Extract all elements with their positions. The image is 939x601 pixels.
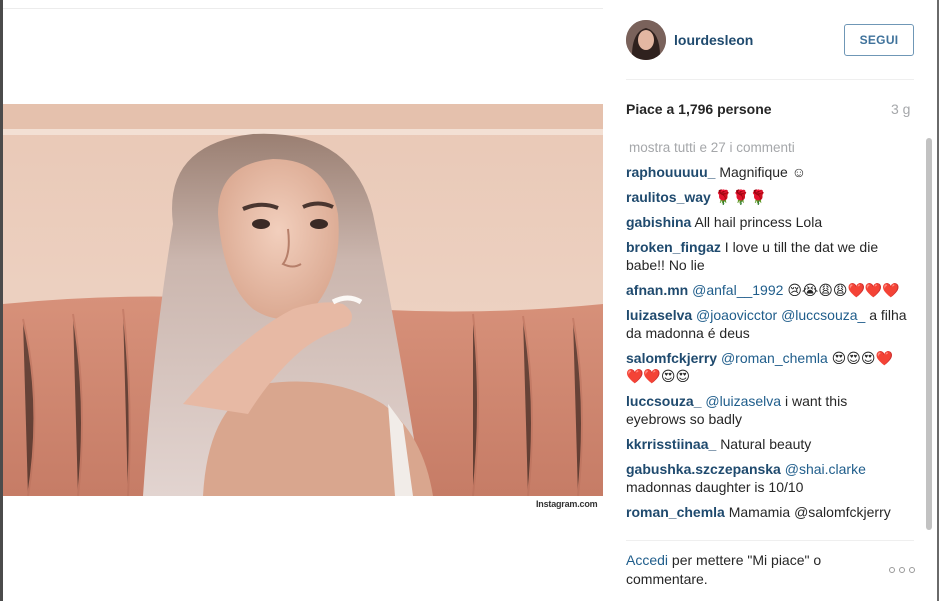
avatar[interactable] bbox=[626, 20, 666, 60]
login-prompt: Accedi per mettere "Mi piace" o commenta… bbox=[626, 551, 866, 589]
top-divider bbox=[3, 8, 603, 9]
post-timestamp[interactable]: 3 g bbox=[891, 101, 910, 117]
comment: raphouuuuu_ Magnifique ☺ bbox=[626, 163, 908, 181]
likes-count[interactable]: Piace a 1,796 persone bbox=[626, 101, 772, 117]
comment-mention[interactable]: @shai.clarke bbox=[785, 461, 866, 477]
comment-user[interactable]: broken_fingaz bbox=[626, 239, 721, 255]
comment: gabushka.szczepanska @shai.clarke madonn… bbox=[626, 460, 908, 496]
comment-text: Magnifique ☺ bbox=[719, 164, 807, 180]
comment-user[interactable]: luccsouza_ bbox=[626, 393, 701, 409]
comment-text: All hail princess Lola bbox=[694, 214, 823, 230]
comment-user[interactable]: salomfckjerry bbox=[626, 350, 717, 366]
post-photo[interactable] bbox=[3, 104, 603, 496]
post-side-panel: lourdesleon SEGUI Piace a 1,796 persone … bbox=[603, 0, 937, 601]
comment-user[interactable]: luizaselva bbox=[626, 307, 692, 323]
login-link[interactable]: Accedi bbox=[626, 552, 668, 568]
comment-user[interactable]: gabishina bbox=[626, 214, 691, 230]
post-window: Instagram.com lourdesleon SEGUI Piace a … bbox=[0, 0, 939, 601]
ellipsis-dot bbox=[909, 567, 915, 573]
comment-user[interactable]: afnan.mn bbox=[626, 282, 688, 298]
username-link[interactable]: lourdesleon bbox=[674, 32, 753, 48]
comment-user[interactable]: gabushka.szczepanska bbox=[626, 461, 781, 477]
comment: salomfckjerry @roman_chemla 😍😍😍❤️❤️❤️😍😍 bbox=[626, 349, 908, 385]
comment-text: Mamamia @salomfckjerry bbox=[728, 504, 891, 520]
comment: roman_chemla Mamamia @salomfckjerry bbox=[626, 503, 908, 521]
comments-scrollbar[interactable] bbox=[924, 132, 934, 540]
ellipsis-dot bbox=[899, 567, 905, 573]
follow-button[interactable]: SEGUI bbox=[844, 24, 914, 56]
comment: luizaselva @joaovicctor @luccsouza_ a fi… bbox=[626, 306, 908, 342]
comment-user[interactable]: roman_chemla bbox=[626, 504, 725, 520]
comment: gabishina All hail princess Lola bbox=[626, 213, 908, 231]
photo-credit: Instagram.com bbox=[536, 499, 598, 509]
comment-text: madonnas daughter is 10/10 bbox=[626, 479, 804, 495]
show-all-comments-link[interactable]: mostra tutti e 27 i commenti bbox=[626, 138, 926, 158]
comment-user[interactable]: kkrrisstiinaa_ bbox=[626, 436, 716, 452]
comment-mention[interactable]: @joaovicctor @luccsouza_ bbox=[696, 307, 865, 323]
scrollbar-thumb[interactable] bbox=[926, 138, 932, 530]
comment: raulitos_way 🌹🌹🌹 bbox=[626, 188, 908, 206]
ellipsis-dot bbox=[889, 567, 895, 573]
comment: kkrrisstiinaa_ Natural beauty bbox=[626, 435, 908, 453]
comment: broken_fingaz I love u till the dat we d… bbox=[626, 238, 908, 274]
comment-user[interactable]: raphouuuuu_ bbox=[626, 164, 715, 180]
comment: afnan.mn @anfal__1992 😢😭😩😩❤️❤️❤️ bbox=[626, 281, 908, 299]
avatar-image bbox=[626, 20, 666, 60]
comment-text: 🌹🌹🌹 bbox=[714, 189, 768, 205]
comment-user[interactable]: raulitos_way bbox=[626, 189, 711, 205]
ellipsis-icon[interactable] bbox=[889, 564, 915, 576]
comment: luccsouza_ @luizaselva i want this eyebr… bbox=[626, 392, 908, 428]
comment-text: 😢😭😩😩❤️❤️❤️ bbox=[787, 282, 900, 298]
photo-illustration bbox=[3, 104, 603, 496]
comments-list: mostra tutti e 27 i commenti raphouuuuu_… bbox=[626, 138, 926, 540]
footer-divider bbox=[626, 540, 914, 541]
comment-mention[interactable]: @luizaselva bbox=[705, 393, 781, 409]
comment-text: Natural beauty bbox=[720, 436, 812, 452]
header-divider bbox=[626, 79, 914, 80]
comment-mention[interactable]: @roman_chemla bbox=[721, 350, 828, 366]
comment-mention[interactable]: @anfal__1992 bbox=[692, 282, 783, 298]
